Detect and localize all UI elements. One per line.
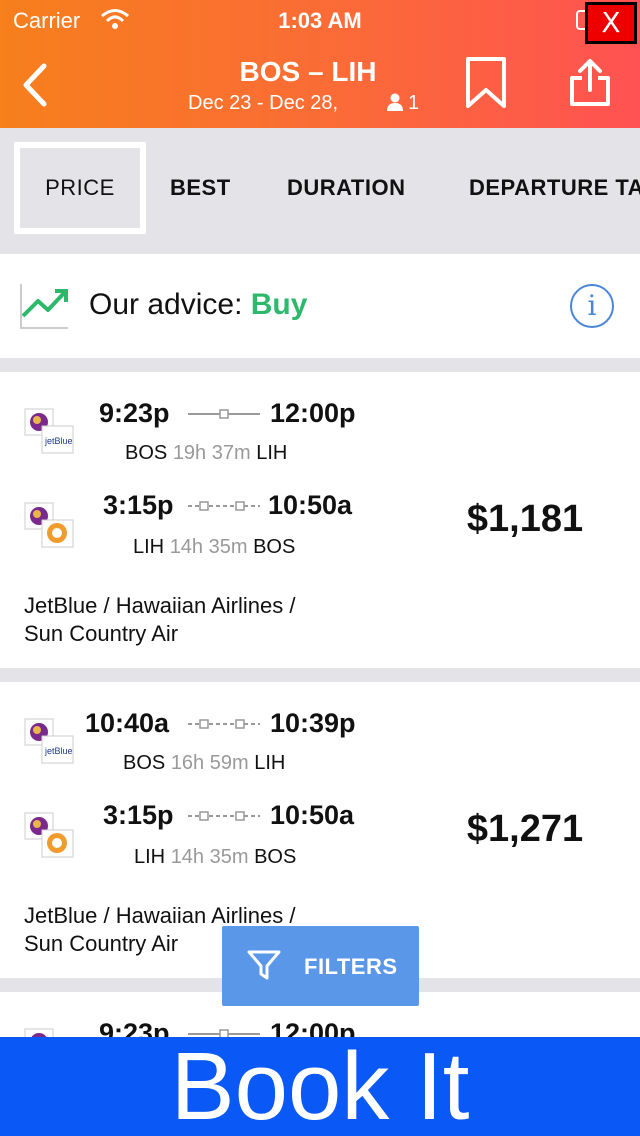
tab-departure-time[interactable]: DEPARTURE TA [469, 142, 640, 234]
passenger-count-value: 1 [408, 92, 420, 114]
airline-logo-jetblue-icon: jetBlue [24, 718, 74, 764]
two-stop-route-line-icon [188, 501, 260, 511]
outbound-depart-time: 9:23p [99, 398, 170, 428]
outbound-depart-time: 10:40a [85, 708, 170, 738]
outbound-duration: 19h 37m [172, 442, 251, 464]
return-duration: 14h 35m [169, 536, 248, 558]
two-stop-route-line-icon [188, 719, 260, 729]
flight-price: $1,181 [466, 498, 584, 540]
origin-code: LIH [133, 536, 165, 558]
person-icon [387, 93, 403, 111]
route-title: BOS – LIH [239, 56, 377, 87]
return-arrive-time: 10:50a [270, 800, 355, 830]
status-time: 1:03 AM [278, 8, 362, 33]
advice-text: Our advice: Buy [89, 288, 307, 322]
return-depart-time: 3:15p [103, 490, 174, 520]
outbound-summary: BOS 16h 59m LIH [123, 752, 285, 775]
info-icon[interactable]: i [570, 284, 614, 328]
advice-label: Our advice: [89, 288, 251, 321]
share-icon[interactable] [568, 58, 612, 108]
origin-code: BOS [125, 442, 168, 464]
airline-logo-hawaiian-suncountry-icon [24, 502, 74, 548]
airline-logo-jetblue-icon: jetBlue [24, 408, 74, 454]
destination-code: BOS [254, 846, 297, 868]
close-button[interactable]: X [585, 2, 637, 44]
return-summary: LIH 14h 35m BOS [133, 536, 295, 559]
outbound-duration: 16h 59m [170, 752, 249, 774]
airline-logo-hawaiian-suncountry-icon [24, 812, 74, 858]
flight-price: $1,271 [466, 808, 584, 850]
return-arrive-time: 10:50a [268, 490, 353, 520]
advice-value: Buy [250, 288, 308, 321]
airline-names: JetBlue / Hawaiian Airlines / Sun Countr… [24, 592, 364, 648]
status-bar: Carrier 1:03 AM [0, 6, 640, 36]
outbound-arrive-time: 12:00p [270, 398, 356, 428]
trending-up-icon [20, 284, 68, 329]
destination-code: LIH [256, 442, 288, 464]
book-it-button[interactable]: Book It [0, 1037, 640, 1136]
destination-code: LIH [254, 752, 286, 774]
tab-best[interactable]: BEST [170, 142, 231, 234]
app-header: Carrier 1:03 AM X BOS – LIH Dec 23 - Dec… [0, 0, 640, 128]
filters-button[interactable]: FILTERS [222, 926, 419, 1006]
price-advice-banner: Our advice: Buy i [0, 254, 640, 358]
tab-duration[interactable]: DURATION [287, 142, 405, 234]
sort-tabs: PRICE BEST DURATION DEPARTURE TA [0, 128, 640, 252]
two-stop-route-line-icon [188, 811, 260, 821]
return-depart-time: 3:15p [103, 800, 174, 830]
airline-names-line: Sun Country Air [24, 621, 179, 646]
filters-label: FILTERS [304, 954, 398, 979]
flight-result-card[interactable]: jetBlue 9:23p 12:00p BOS 19h 37m LIH 3:1… [0, 372, 640, 668]
return-summary: LIH 14h 35m BOS [134, 846, 296, 869]
airline-names-line: JetBlue / Hawaiian Airlines / [24, 593, 296, 618]
outbound-summary: BOS 19h 37m LIH [125, 442, 287, 465]
filter-funnel-icon [247, 950, 281, 980]
svg-text:jetBlue: jetBlue [44, 436, 73, 446]
bookmark-icon[interactable] [464, 56, 508, 110]
tab-price[interactable]: PRICE [14, 142, 146, 234]
origin-code: LIH [134, 846, 166, 868]
passenger-count: 1 [386, 92, 419, 115]
trip-dates: Dec 23 - Dec 28, [188, 92, 339, 114]
svg-text:jetBlue: jetBlue [44, 746, 73, 756]
nonstop-route-line-icon [188, 409, 260, 419]
origin-code: BOS [123, 752, 166, 774]
return-duration: 14h 35m [170, 846, 249, 868]
outbound-arrive-time: 10:39p [270, 708, 356, 738]
destination-code: BOS [253, 536, 296, 558]
